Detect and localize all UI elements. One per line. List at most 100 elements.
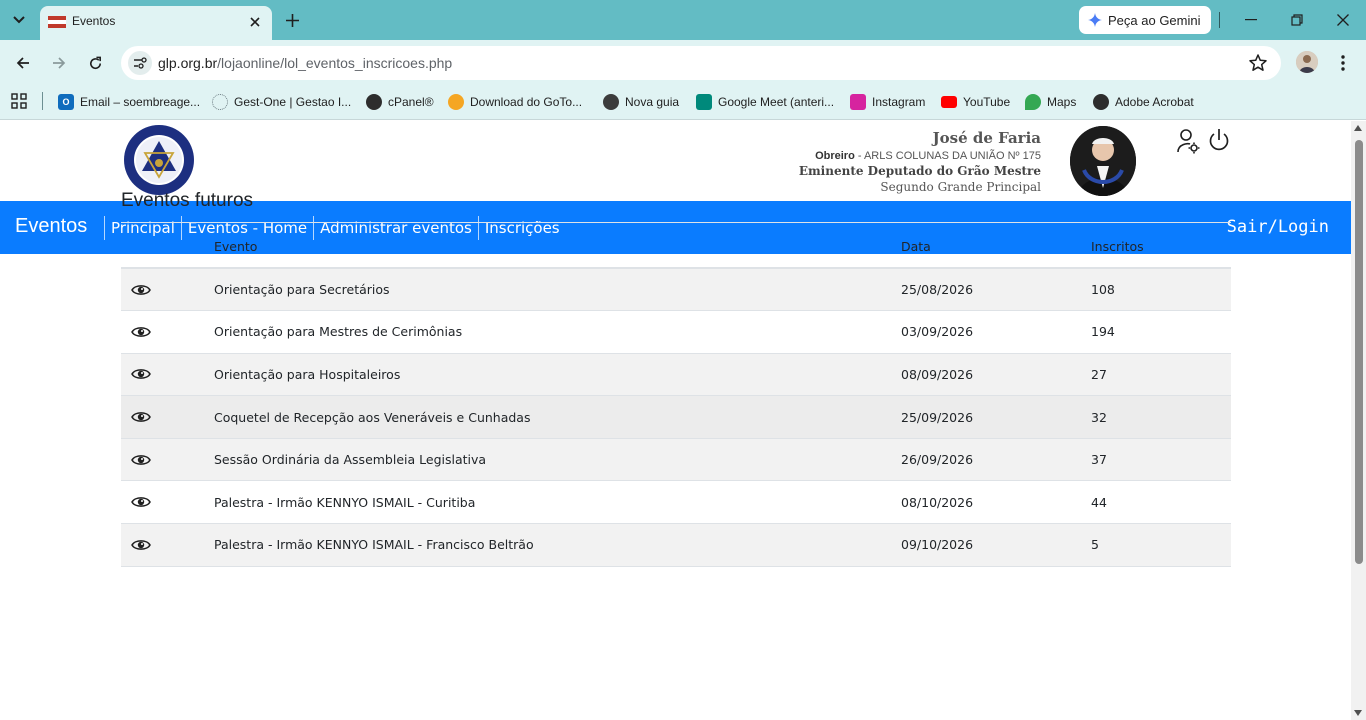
- event-date: 25/09/2026: [901, 395, 1091, 439]
- loading-icon: [212, 94, 228, 110]
- bookmark-item[interactable]: Maps: [1025, 92, 1076, 112]
- bookmark-item[interactable]: Download do GoTo...: [448, 92, 582, 112]
- event-count: 5: [1091, 523, 1231, 567]
- new-tab-icon[interactable]: [281, 9, 303, 31]
- bookmark-star-icon[interactable]: [1248, 53, 1268, 73]
- back-icon[interactable]: [11, 51, 35, 75]
- bookmark-item[interactable]: cPanel®: [366, 92, 434, 112]
- browser-tab[interactable]: Eventos: [40, 6, 272, 40]
- meet-icon: [696, 94, 712, 110]
- browser-menu-icon[interactable]: [1333, 52, 1353, 74]
- address-bar[interactable]: glp.org.br/lojaonline/lol_eventos_inscri…: [121, 46, 1281, 80]
- bookmark-item[interactable]: Nova guia: [603, 92, 679, 112]
- profile-avatar[interactable]: [1296, 51, 1318, 73]
- bookmark-label: Nova guia: [625, 95, 680, 109]
- bookmark-label: Google Meet (anteri...: [718, 95, 835, 109]
- eye-icon[interactable]: [131, 410, 151, 424]
- reload-icon[interactable]: [83, 51, 107, 75]
- user-settings-icon[interactable]: [1176, 128, 1200, 154]
- maps-icon: [1025, 94, 1041, 110]
- event-date: 08/09/2026: [901, 353, 1091, 397]
- event-date: 03/09/2026: [901, 310, 1091, 354]
- event-date: 08/10/2026: [901, 480, 1091, 525]
- chrome-icon: [603, 94, 619, 110]
- event-name: Palestra - Irmão KENNYO ISMAIL - Francis…: [214, 523, 901, 567]
- bookmark-item[interactable]: Google Meet (anteri...: [696, 92, 834, 112]
- table-row: Sessão Ordinária da Assembleia Legislati…: [121, 438, 1231, 482]
- scroll-up-icon[interactable]: [1354, 125, 1362, 131]
- column-header-data: Data: [901, 225, 1091, 269]
- bookmark-label: Gest-One | Gestao I...: [234, 95, 352, 109]
- globe-icon: [1093, 94, 1109, 110]
- table-row: Palestra - Irmão KENNYO ISMAIL - Francis…: [121, 523, 1231, 567]
- bookmark-label: Email – soembreage...: [80, 95, 201, 109]
- eye-icon[interactable]: [131, 283, 151, 297]
- bookmark-label: Maps: [1047, 95, 1077, 109]
- gemini-button[interactable]: Peça ao Gemini: [1079, 6, 1211, 34]
- event-name: Orientação para Hospitaleiros: [214, 353, 901, 397]
- scrollbar-thumb[interactable]: [1355, 140, 1363, 564]
- url-text: glp.org.br/lojaonline/lol_eventos_inscri…: [158, 55, 452, 71]
- navbar-brand[interactable]: Eventos: [15, 215, 87, 238]
- view-column-header: [121, 225, 214, 269]
- user-title: Eminente Deputado do Grão Mestre: [798, 164, 1041, 178]
- bookmark-item[interactable]: Instagram: [850, 92, 925, 112]
- close-tab-icon[interactable]: [246, 13, 264, 31]
- event-name: Coquetel de Recepção aos Veneráveis e Cu…: [214, 395, 901, 439]
- goto-icon: [448, 94, 464, 110]
- restore-icon[interactable]: [1287, 10, 1307, 30]
- view-cell: [121, 353, 214, 397]
- event-count: 37: [1091, 438, 1231, 482]
- bookmark-label: Download do GoTo...: [470, 95, 583, 109]
- section-title: Eventos futuros: [121, 190, 254, 211]
- lodge-logo[interactable]: [123, 124, 195, 196]
- eye-icon[interactable]: [131, 495, 151, 509]
- minimize-icon[interactable]: [1241, 10, 1261, 30]
- gemini-label: Peça ao Gemini: [1108, 12, 1201, 28]
- event-count: 27: [1091, 353, 1231, 397]
- bookmark-label: Instagram: [872, 95, 926, 109]
- event-name: Sessão Ordinária da Assembleia Legislati…: [214, 438, 901, 482]
- bookmark-item[interactable]: O Email – soembreage...: [58, 92, 200, 112]
- view-cell: [121, 438, 214, 482]
- bookmark-item[interactable]: Adobe Acrobat: [1093, 92, 1194, 112]
- eye-icon[interactable]: [131, 367, 151, 381]
- site-favicon-icon: [48, 16, 66, 28]
- browser-toolbar: glp.org.br/lojaonline/lol_eventos_inscri…: [0, 40, 1366, 86]
- site-info-icon[interactable]: [128, 51, 152, 75]
- bookmark-label: Adobe Acrobat: [1115, 95, 1194, 109]
- view-cell: [121, 268, 214, 312]
- close-window-icon[interactable]: [1333, 10, 1353, 30]
- bookmarks-bar: O Email – soembreage... Gest-One | Gesta…: [0, 86, 1366, 120]
- event-name: Orientação para Mestres de Cerimônias: [214, 310, 901, 354]
- event-name: Orientação para Secretários: [214, 268, 901, 312]
- column-header-inscritos: Inscritos: [1091, 225, 1231, 269]
- eye-icon[interactable]: [131, 325, 151, 339]
- tab-search-icon[interactable]: [8, 9, 30, 31]
- apps-grid-icon[interactable]: [11, 93, 27, 109]
- table-row: Orientação para Secretários 25/08/2026 1…: [121, 268, 1231, 312]
- view-cell: [121, 310, 214, 354]
- gemini-icon: [1088, 13, 1102, 27]
- scroll-down-icon[interactable]: [1354, 710, 1362, 716]
- bookmark-item[interactable]: Gest-One | Gestao I...: [212, 92, 351, 112]
- eye-icon[interactable]: [131, 453, 151, 467]
- page-scrollbar[interactable]: [1351, 121, 1366, 720]
- table-header-row: Evento Data Inscritos: [121, 225, 1231, 269]
- user-photo: [1070, 126, 1136, 196]
- event-count: 108: [1091, 268, 1231, 312]
- browser-tabstrip: Eventos Peça ao Gemini: [0, 0, 1366, 40]
- user-role: Obreiro: [815, 150, 855, 162]
- power-icon[interactable]: [1207, 128, 1231, 154]
- section-divider: [121, 222, 1231, 223]
- event-date: 25/08/2026: [901, 268, 1091, 312]
- logout-link[interactable]: Sair/Login: [1227, 217, 1329, 237]
- bookmarks-divider: [42, 92, 43, 110]
- event-count: 32: [1091, 395, 1231, 439]
- youtube-icon: [941, 96, 957, 108]
- bookmark-item[interactable]: YouTube: [941, 92, 1010, 112]
- eye-icon[interactable]: [131, 538, 151, 552]
- instagram-icon: [850, 94, 866, 110]
- event-count: 194: [1091, 310, 1231, 354]
- forward-icon[interactable]: [47, 51, 71, 75]
